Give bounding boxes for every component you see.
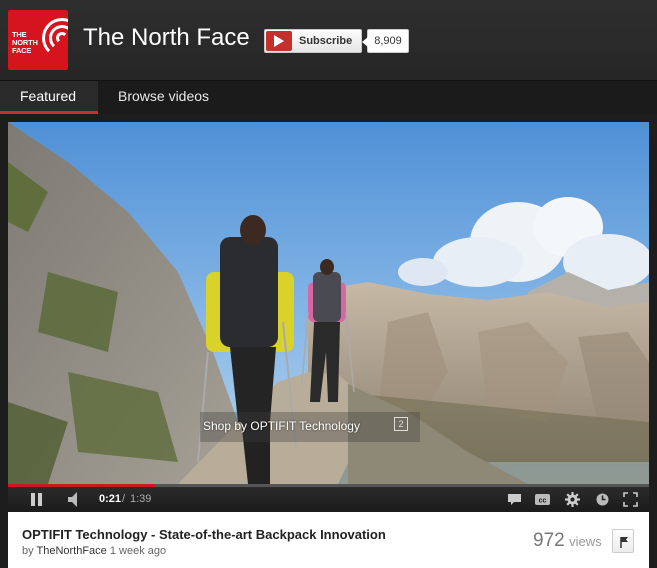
annotation-link-icon: 2: [394, 417, 408, 431]
time-current: 0:21: [99, 493, 122, 505]
byline-author-link[interactable]: TheNorthFace: [36, 545, 106, 557]
annotation-overlay[interactable]: Shop by OPTIFIT Technology 2: [200, 412, 420, 442]
flag-icon: [620, 537, 628, 548]
volume-icon[interactable]: [66, 487, 82, 512]
logo-dome-arcs: [42, 18, 68, 58]
subscribe-button[interactable]: Subscribe: [264, 29, 362, 53]
fullscreen-icon[interactable]: [622, 491, 639, 508]
video-title[interactable]: OPTIFIT Technology - State-of-the-art Ba…: [22, 527, 386, 542]
tab-browse-videos[interactable]: Browse videos: [98, 81, 229, 114]
video-byline: by TheNorthFace 1 week ago: [22, 545, 166, 557]
annotation-text: Shop by OPTIFIT Technology: [203, 419, 360, 433]
flag-button[interactable]: [612, 529, 634, 553]
watch-later-icon[interactable]: [594, 491, 611, 508]
captions-icon[interactable]: [506, 491, 523, 508]
pause-icon[interactable]: [28, 487, 44, 512]
player-controls: 0:21 / 1:39 cc: [8, 487, 649, 512]
tab-featured[interactable]: Featured: [0, 81, 98, 114]
view-count: 972 views: [533, 530, 602, 552]
featured-video-panel: Shop by OPTIFIT Technology 2 0:21 / 1:39…: [8, 122, 649, 568]
time-separator: /: [122, 493, 126, 505]
cc-icon[interactable]: cc: [534, 491, 551, 508]
video-player[interactable]: Shop by OPTIFIT Technology 2: [8, 122, 649, 484]
subscriber-count: 8,909: [362, 29, 409, 53]
views-label: views: [569, 534, 602, 549]
views-number: 972: [533, 530, 565, 551]
time-total: 1:39: [130, 493, 152, 505]
byline-prefix: by: [22, 545, 34, 557]
subscribe-label: Subscribe: [299, 35, 353, 47]
channel-nav: Featured Browse videos: [0, 80, 657, 114]
upload-date: 1 week ago: [109, 545, 167, 557]
youtube-play-icon: [266, 31, 292, 51]
channel-header: THE NORTH FACE The North Face Subscribe …: [0, 0, 657, 80]
settings-icon[interactable]: [564, 491, 581, 508]
svg-text:cc: cc: [539, 498, 547, 505]
channel-title[interactable]: The North Face: [83, 24, 250, 52]
the-north-face-logo[interactable]: THE NORTH FACE: [8, 10, 68, 70]
